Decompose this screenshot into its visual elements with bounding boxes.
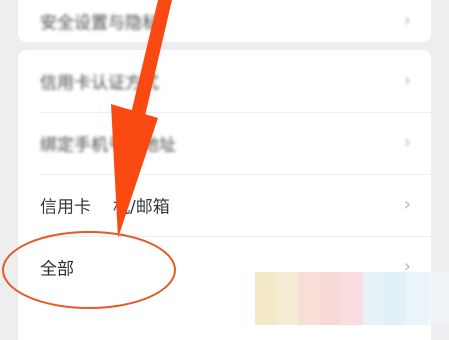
chevron-right-icon: › xyxy=(404,134,411,152)
pixel-block xyxy=(255,272,277,325)
settings-row-top-label: 安全设置与隐私 xyxy=(40,9,159,34)
settings-row-creditcard-phone-email[interactable]: 信用卡 机/邮箱 › xyxy=(18,174,431,236)
pixel-block xyxy=(428,272,449,325)
pixel-block xyxy=(384,272,406,325)
settings-row-label-part-b: 机/邮箱 xyxy=(113,198,170,218)
pixelated-watermark xyxy=(255,272,449,325)
settings-row-label: 信用卡认证方式 xyxy=(40,69,159,94)
pixel-block xyxy=(298,272,320,325)
pixel-block xyxy=(363,272,385,325)
chevron-right-icon: › xyxy=(404,196,411,214)
top-settings-card: 安全设置与隐私 › xyxy=(18,0,431,42)
settings-row-top[interactable]: 安全设置与隐私 › xyxy=(18,0,431,52)
settings-row-creditcard-verify[interactable]: 信用卡认证方式 › xyxy=(18,50,431,112)
pixel-block xyxy=(406,272,428,325)
settings-row-label: 绑定手机号与地址 xyxy=(40,131,176,156)
pixel-block xyxy=(277,272,299,325)
pixel-block xyxy=(320,272,342,325)
chevron-right-icon: › xyxy=(404,72,411,90)
settings-row-all-label: 全部 xyxy=(40,255,74,280)
settings-row-label-part-a: 信用卡 xyxy=(40,198,91,218)
settings-row-bind-phone-address[interactable]: 绑定手机号与地址 › xyxy=(18,112,431,174)
settings-row-label: 信用卡 机/邮箱 xyxy=(40,193,170,218)
chevron-right-icon: › xyxy=(404,12,411,30)
pixel-block xyxy=(341,272,363,325)
